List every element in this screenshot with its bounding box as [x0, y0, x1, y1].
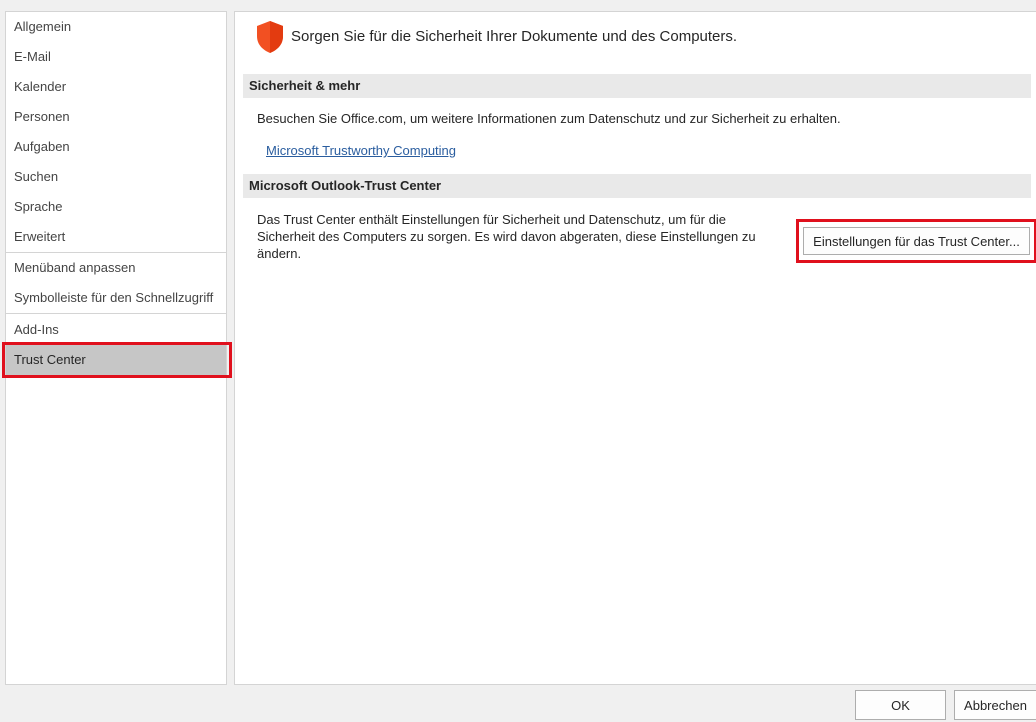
sidebar-item-menueband-anpassen[interactable]: Menüband anpassen	[6, 253, 226, 283]
sidebar-item-email[interactable]: E-Mail	[6, 42, 226, 72]
sidebar-item-allgemein[interactable]: Allgemein	[6, 12, 226, 42]
page-title: Sorgen Sie für die Sicherheit Ihrer Doku…	[291, 28, 738, 45]
sidebar-item-aufgaben[interactable]: Aufgaben	[6, 132, 226, 162]
section-header-trust-center: Microsoft Outlook-Trust Center	[243, 174, 1031, 198]
trust-center-settings-button[interactable]: Einstellungen für das Trust Center...	[803, 227, 1030, 255]
trust-center-panel: Sorgen Sie für die Sicherheit Ihrer Doku…	[234, 11, 1036, 685]
shield-icon	[257, 21, 283, 53]
sidebar-item-sprache[interactable]: Sprache	[6, 192, 226, 222]
ok-button[interactable]: OK	[855, 690, 946, 720]
sidebar-item-erweitert[interactable]: Erweitert	[6, 222, 226, 252]
options-sidebar: Allgemein E-Mail Kalender Personen Aufga…	[2, 11, 232, 685]
sidebar-item-kalender[interactable]: Kalender	[6, 72, 226, 102]
trust-center-description: Das Trust Center enthält Einstellungen f…	[257, 212, 756, 261]
sidebar-item-schnellzugriff[interactable]: Symbolleiste für den Schnellzugriff	[6, 283, 226, 313]
sidebar-item-personen[interactable]: Personen	[6, 102, 226, 132]
trustworthy-computing-link[interactable]: Microsoft Trustworthy Computing	[266, 143, 456, 158]
security-description: Besuchen Sie Office.com, um weitere Info…	[257, 111, 841, 126]
sidebar-item-suchen[interactable]: Suchen	[6, 162, 226, 192]
section-header-security: Sicherheit & mehr	[243, 74, 1031, 98]
sidebar-divider	[6, 313, 226, 314]
cancel-button[interactable]: Abbrechen	[954, 690, 1036, 720]
sidebar-item-add-ins[interactable]: Add-Ins	[6, 315, 226, 345]
sidebar-item-trust-center[interactable]: Trust Center	[6, 345, 226, 375]
